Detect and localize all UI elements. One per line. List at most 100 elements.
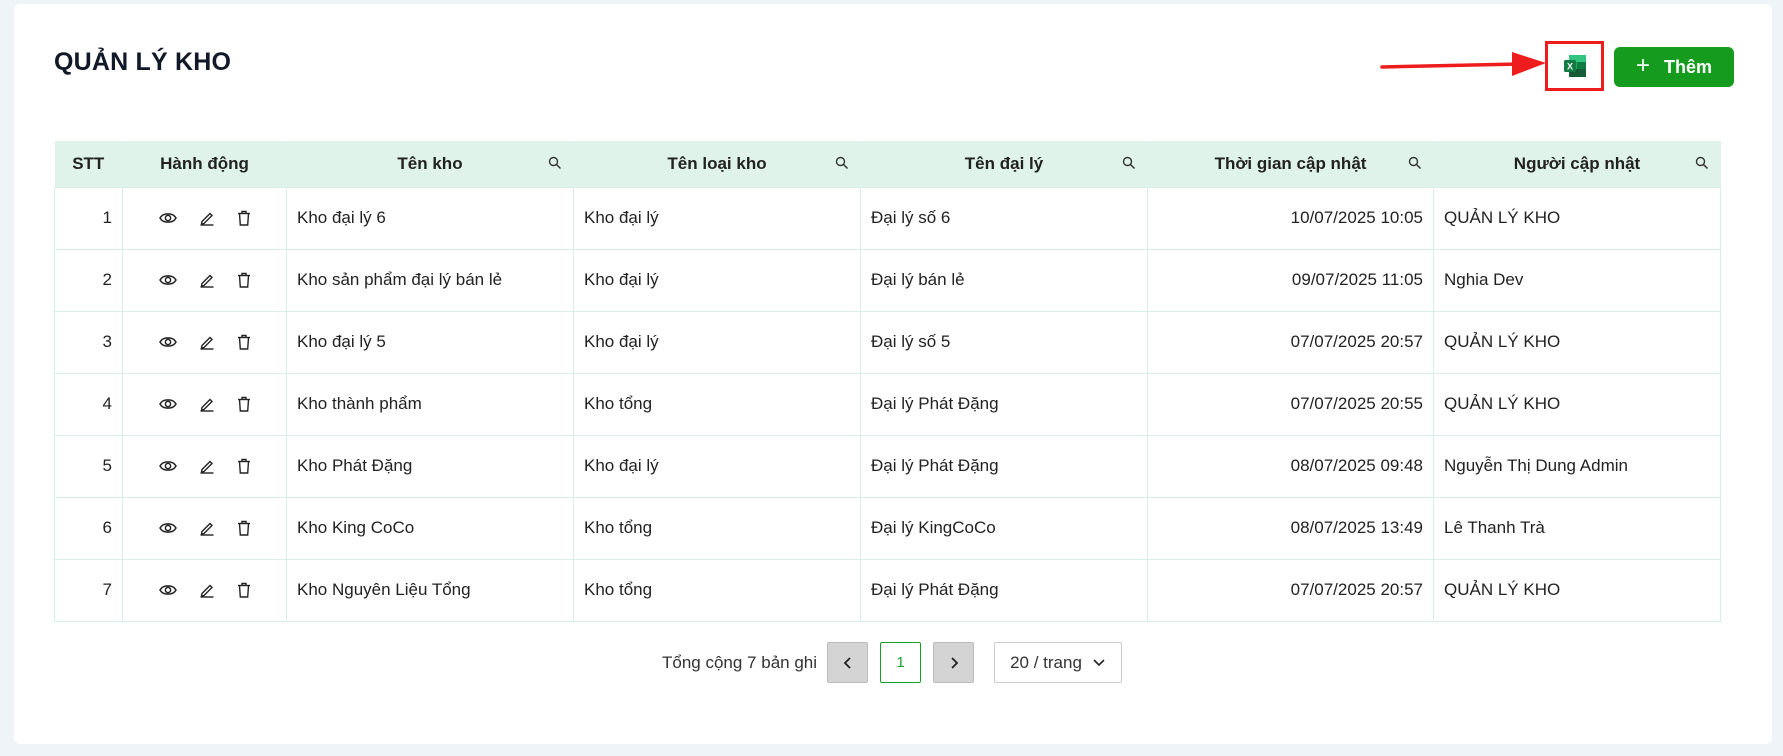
cell-nguoi-cap-nhat: Lê Thanh Trà [1433,496,1721,560]
view-icon[interactable] [158,335,177,349]
column-header-actions: Hành động [122,141,287,187]
view-icon[interactable] [158,521,177,535]
search-icon[interactable] [547,155,563,171]
cell-dai-ly: Đại lý KingCoCo [860,496,1148,560]
view-icon[interactable] [158,583,177,597]
edit-icon[interactable] [199,210,215,226]
cell-actions [122,558,287,622]
cell-loai-kho: Kho tổng [573,372,861,436]
view-icon[interactable] [158,211,177,225]
annotation-arrow [1380,52,1546,76]
delete-icon[interactable] [237,520,251,536]
delete-icon[interactable] [237,210,251,226]
warehouse-table: STT Hành động Tên kho Tên loại kho Tên đ… [54,141,1721,622]
table-body: 1 Kho đại lý 6 Kho đại lý Đại lý số 6 10/07/… [54,186,1721,622]
cell-loai-kho: Kho đại lý [573,248,861,312]
cell-ten-kho: Kho sản phẩm đại lý bán lẻ [286,248,574,312]
table-row: 6 Kho King CoCo Kho tổng Đại lý KingCoCo 08/… [54,496,1721,560]
cell-actions [122,434,287,498]
add-button[interactable]: + Thêm [1614,47,1734,87]
cell-ten-kho: Kho thành phẩm [286,372,574,436]
chevron-left-icon [843,656,851,669]
view-icon[interactable] [158,459,177,473]
column-header-nguoi-cap-nhat: Người cập nhật [1433,141,1721,187]
table-row: 7 Kho Nguyên Liệu Tổng Kho tổng Đại lý Phát… [54,558,1721,622]
cell-thoi-gian: 08/07/2025 09:48 [1147,434,1434,498]
page-size-select[interactable]: 20 / trang [994,642,1123,683]
cell-dai-ly: Đại lý bán lẻ [860,248,1148,312]
cell-stt: 4 [54,372,123,436]
export-excel-button[interactable]: X [1545,41,1604,91]
cell-loai-kho: Kho đại lý [573,434,861,498]
edit-icon[interactable] [199,272,215,288]
edit-icon[interactable] [199,582,215,598]
cell-ten-kho: Kho đại lý 6 [286,186,574,250]
search-icon[interactable] [834,155,850,171]
cell-stt: 1 [54,186,123,250]
cell-nguoi-cap-nhat: QUẢN LÝ KHO [1433,372,1721,436]
cell-thoi-gian: 07/07/2025 20:55 [1147,372,1434,436]
cell-ten-kho: Kho Phát Đặng [286,434,574,498]
search-icon[interactable] [1121,155,1137,171]
cell-ten-kho: Kho King CoCo [286,496,574,560]
cell-thoi-gian: 09/07/2025 11:05 [1147,248,1434,312]
search-icon[interactable] [1407,155,1423,171]
cell-stt: 7 [54,558,123,622]
svg-text:X: X [1566,62,1572,72]
cell-loai-kho: Kho đại lý [573,310,861,374]
cell-thoi-gian: 07/07/2025 20:57 [1147,310,1434,374]
table-header-row: STT Hành động Tên kho Tên loại kho Tên đ… [54,141,1721,187]
cell-dai-ly: Đại lý Phát Đặng [860,558,1148,622]
cell-actions [122,248,287,312]
cell-loai-kho: Kho tổng [573,558,861,622]
cell-nguoi-cap-nhat: QUẢN LÝ KHO [1433,310,1721,374]
cell-nguoi-cap-nhat: Nghia Dev [1433,248,1721,312]
search-icon[interactable] [1694,155,1710,171]
cell-loai-kho: Kho đại lý [573,186,861,250]
cell-stt: 3 [54,310,123,374]
view-icon[interactable] [158,273,177,287]
table-row: 1 Kho đại lý 6 Kho đại lý Đại lý số 6 10/07/… [54,186,1721,250]
delete-icon[interactable] [237,272,251,288]
edit-icon[interactable] [199,334,215,350]
next-page-button[interactable] [933,642,975,683]
delete-icon[interactable] [237,334,251,350]
view-icon[interactable] [158,397,177,411]
cell-actions [122,310,287,374]
column-header-ten-kho: Tên kho [286,141,574,187]
cell-actions [122,186,287,250]
cell-stt: 2 [54,248,123,312]
delete-icon[interactable] [237,458,251,474]
delete-icon[interactable] [237,582,251,598]
excel-icon: X [1563,55,1586,77]
edit-icon[interactable] [199,396,215,412]
column-header-ten-dai-ly: Tên đại lý [860,141,1148,187]
cell-actions [122,372,287,436]
chevron-right-icon [950,656,958,669]
table-row: 2 Kho sản phẩm đại lý bán lẻ Kho đại lý Đại… [54,248,1721,312]
prev-page-button[interactable] [827,642,869,683]
table-row: 4 Kho thành phẩm Kho tổng Đại lý Phát Đặng 0… [54,372,1721,436]
cell-nguoi-cap-nhat: QUẢN LÝ KHO [1433,558,1721,622]
delete-icon[interactable] [237,396,251,412]
cell-thoi-gian: 10/07/2025 10:05 [1147,186,1434,250]
table-row: 5 Kho Phát Đặng Kho đại lý Đại lý Phát Đặng… [54,434,1721,498]
cell-dai-ly: Đại lý số 5 [860,310,1148,374]
pagination: Tổng cộng 7 bản ghi 1 20 / trang [662,642,1123,683]
cell-dai-ly: Đại lý Phát Đặng [860,372,1148,436]
cell-stt: 6 [54,496,123,560]
edit-icon[interactable] [199,520,215,536]
page-number[interactable]: 1 [880,642,922,683]
column-header-stt: STT [54,141,123,187]
cell-loai-kho: Kho tổng [573,496,861,560]
cell-thoi-gian: 07/07/2025 20:57 [1147,558,1434,622]
column-header-ten-loai-kho: Tên loại kho [573,141,861,187]
page-size-value: 20 / trang [1010,652,1082,672]
plus-icon: + [1635,52,1650,79]
total-records: Tổng cộng 7 bản ghi [662,652,818,672]
page-title: QUẢN LÝ KHO [54,48,232,76]
edit-icon[interactable] [199,458,215,474]
cell-ten-kho: Kho Nguyên Liệu Tổng [286,558,574,622]
add-button-label: Thêm [1664,56,1713,77]
cell-dai-ly: Đại lý số 6 [860,186,1148,250]
